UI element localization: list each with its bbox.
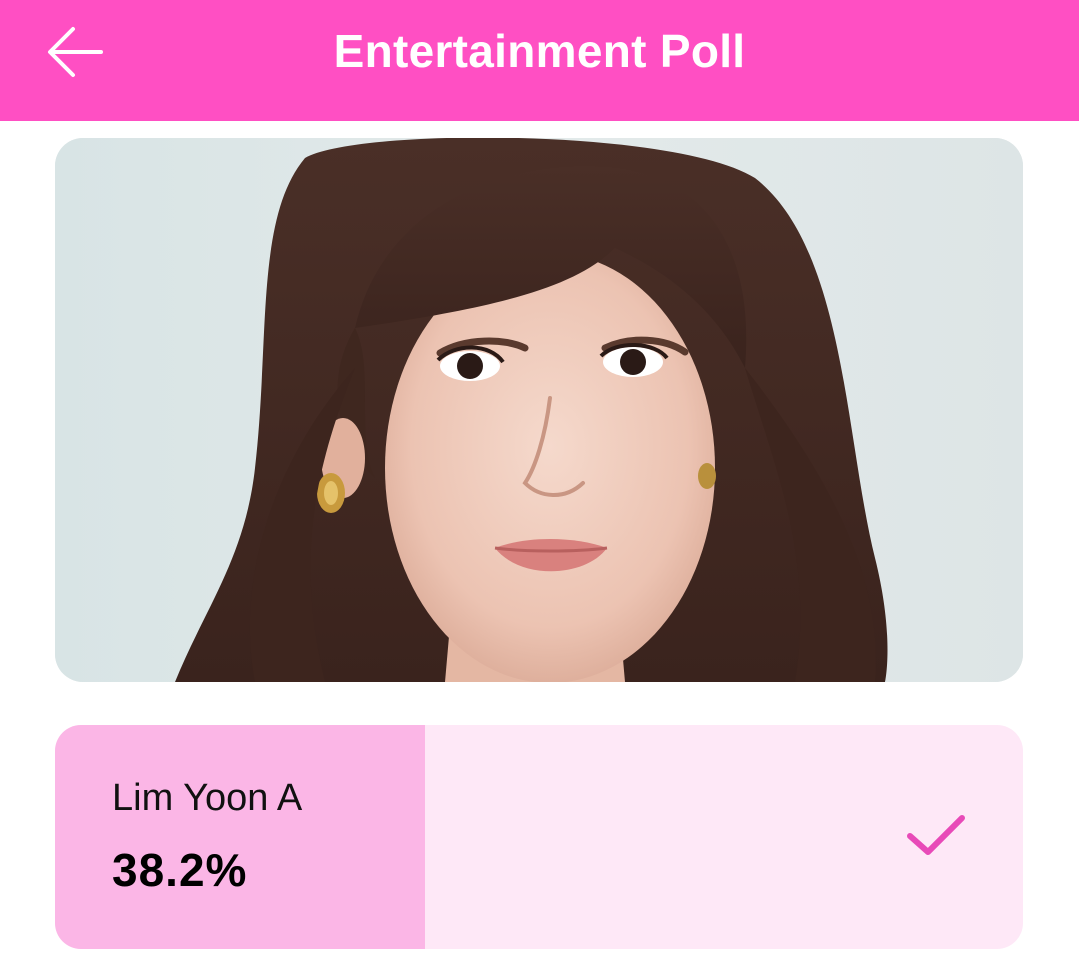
page-title: Entertainment Poll <box>333 24 746 77</box>
option-percentage: 38.2% <box>112 844 248 896</box>
arrow-left-icon <box>48 27 103 77</box>
poll-option[interactable]: Lim Yoon A 38.2% <box>55 725 1023 949</box>
checkmark-icon <box>907 815 965 855</box>
nominee-photo <box>55 138 1023 682</box>
back-button[interactable] <box>40 22 110 82</box>
option-name: Lim Yoon A <box>112 777 303 819</box>
vote-progress-fill <box>55 725 425 949</box>
app-header: Entertainment Poll <box>0 0 1079 121</box>
